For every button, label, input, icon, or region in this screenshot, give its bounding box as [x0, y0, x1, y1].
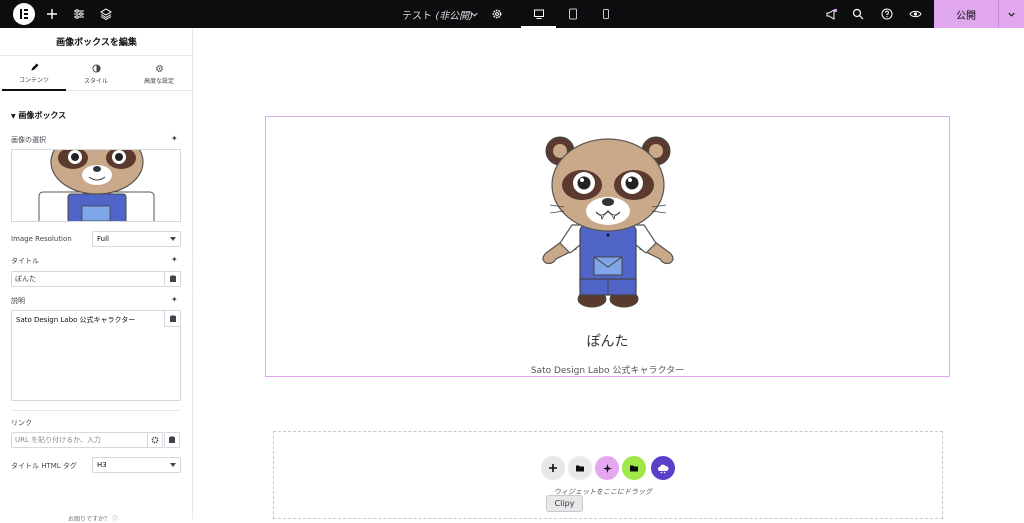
- mobile-icon[interactable]: [598, 6, 614, 22]
- cloud-icon: [658, 464, 669, 473]
- link-label: リンク: [11, 419, 32, 427]
- folder-icon: [630, 465, 638, 472]
- resolution-label: Image Resolution: [11, 235, 72, 243]
- panel-tabs: コンテンツ スタイル 高度な設定: [0, 57, 193, 91]
- tab-advanced-label: 高度な設定: [143, 77, 174, 85]
- chevron-down-icon[interactable]: [466, 6, 482, 22]
- publish-options-button[interactable]: [998, 0, 1024, 28]
- html-tag-value: H3: [97, 461, 107, 469]
- ai-sparkle-icon[interactable]: ✦: [171, 134, 178, 143]
- description-label: 説明: [11, 297, 25, 305]
- ai-generate-button[interactable]: [595, 456, 619, 480]
- widget-title: ぽんた: [586, 334, 629, 350]
- page-title[interactable]: テスト (非公開): [402, 7, 473, 22]
- raccoon-image: [542, 136, 674, 308]
- dynamic-tags-button[interactable]: [164, 311, 180, 327]
- cloud-templates-button[interactable]: [651, 456, 675, 480]
- help-icon[interactable]: [879, 6, 895, 22]
- search-icon[interactable]: [850, 6, 866, 22]
- help-text: お困りですか？: [68, 516, 111, 523]
- add-template-button[interactable]: [568, 456, 592, 480]
- add-icon: [549, 464, 557, 472]
- widget-description: Sato Design Labo 公式キャラクター: [530, 366, 685, 376]
- title-label: タイトル: [11, 257, 39, 265]
- image-box-widget[interactable]: ぽんた Sato Design Labo 公式キャラクター: [265, 116, 950, 377]
- html-tag-label: タイトル HTML タグ: [11, 462, 77, 470]
- html-tag-select[interactable]: H3: [92, 457, 181, 473]
- link-options-button[interactable]: [147, 432, 163, 448]
- title-input[interactable]: ぽんた: [11, 271, 165, 287]
- add-icon[interactable]: [44, 6, 60, 22]
- ai-sparkle-icon[interactable]: ✦: [171, 255, 178, 264]
- help-icon: ⓘ: [111, 516, 118, 523]
- resolution-value: Full: [97, 235, 109, 243]
- tab-style-label: スタイル: [83, 77, 108, 85]
- publish-button[interactable]: 公開: [934, 0, 998, 28]
- add-section-button[interactable]: [541, 456, 565, 480]
- divider: [11, 410, 181, 411]
- desktop-icon[interactable]: [531, 6, 547, 22]
- eye-icon[interactable]: [907, 6, 923, 22]
- tab-content-label: コンテンツ: [18, 76, 49, 84]
- website-templates-button[interactable]: [622, 456, 646, 480]
- resolution-select[interactable]: Full: [92, 231, 181, 247]
- page-title-text: テスト: [402, 11, 432, 22]
- ai-sparkle-icon[interactable]: ✦: [171, 295, 178, 304]
- panel-title: 画像ボックスを編集: [0, 28, 193, 56]
- folder-icon: [576, 465, 584, 472]
- pencil-icon: [30, 62, 39, 71]
- image-preview[interactable]: [11, 149, 181, 222]
- contrast-icon: [91, 63, 101, 73]
- megaphone-icon[interactable]: [823, 6, 839, 22]
- tab-content[interactable]: コンテンツ: [2, 57, 66, 91]
- sliders-icon[interactable]: [71, 6, 87, 22]
- tooltip: Clipy: [546, 495, 583, 512]
- chevron-down-icon: [1008, 12, 1015, 17]
- dynamic-tags-button[interactable]: [165, 271, 181, 287]
- gear-icon: [151, 436, 159, 444]
- description-textarea[interactable]: Sato Design Labo 公式キャラクター: [11, 310, 181, 401]
- elementor-logo-icon[interactable]: [13, 3, 35, 25]
- tab-style[interactable]: スタイル: [64, 57, 128, 91]
- tablet-icon[interactable]: [565, 6, 581, 22]
- database-icon: [169, 436, 175, 443]
- database-icon: [169, 275, 176, 282]
- image-label: 画像の選択: [11, 136, 46, 144]
- link-input[interactable]: URL を貼り付けるか、入力: [11, 432, 148, 448]
- tab-advanced[interactable]: 高度な設定: [127, 57, 191, 91]
- top-bar: テスト (非公開) 公開: [0, 0, 1024, 28]
- ai-sparkle-icon: [602, 463, 612, 473]
- section-title: 画像ボックス: [18, 111, 67, 120]
- editor-panel: 画像ボックスを編集 コンテンツ スタイル 高度な設定 ▼ 画像ボックス 画像の選…: [0, 28, 193, 523]
- caret-down-icon: ▼: [11, 113, 16, 120]
- layers-icon[interactable]: [98, 6, 114, 22]
- chevron-down-icon: [170, 237, 176, 241]
- chevron-down-icon: [170, 463, 176, 467]
- dynamic-tags-button[interactable]: [164, 432, 180, 448]
- raccoon-thumbnail: [38, 150, 155, 221]
- gear-icon: [155, 64, 163, 72]
- section-toggle[interactable]: ▼ 画像ボックス: [11, 110, 66, 121]
- description-value: Sato Design Labo 公式キャラクター: [16, 316, 136, 324]
- gear-icon[interactable]: [489, 6, 505, 22]
- database-icon: [169, 314, 176, 322]
